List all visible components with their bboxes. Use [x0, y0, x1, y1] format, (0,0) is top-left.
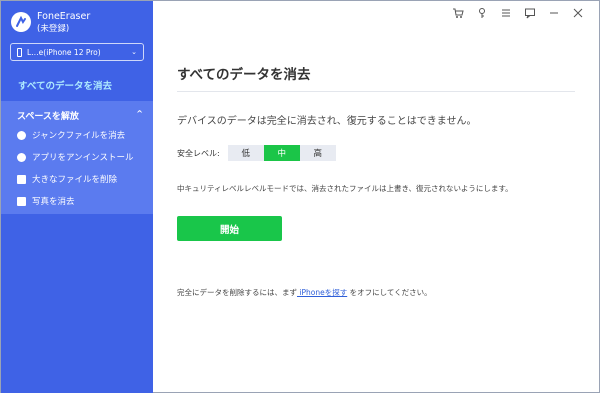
- app-logo-icon: [11, 12, 31, 32]
- security-level-label: 安全レベル:: [177, 148, 220, 158]
- section-title: スペースを解放: [17, 112, 79, 122]
- sidebar-section-free-space: スペースを解放 ^ ジャンクファイルを消去 アプリをアンインストール 大きなファ…: [1, 101, 153, 214]
- file-icon: [17, 174, 26, 184]
- sidebar-item-label: 写真を消去: [32, 197, 75, 207]
- sidebar-item-label: ジャンクファイルを消去: [32, 131, 126, 141]
- level-high-option[interactable]: 高: [299, 145, 336, 161]
- chevron-down-icon: ⌄: [131, 48, 137, 56]
- clock-icon: [17, 130, 26, 140]
- find-iphone-link[interactable]: iPhoneを探す: [297, 288, 347, 297]
- footer-suffix: をオフにしてください。: [347, 288, 432, 297]
- device-name: L…e(iPhone 12 Pro): [27, 47, 101, 57]
- security-level: 安全レベル: 低 中 高: [177, 145, 336, 161]
- cart-icon[interactable]: [451, 7, 465, 22]
- level-medium-option[interactable]: 中: [263, 145, 300, 161]
- close-icon[interactable]: [571, 7, 585, 22]
- level-note: 中キュリティレベルレベルモードでは、消去されたファイルは上書き、復元されないよう…: [177, 184, 513, 193]
- sidebar: FoneEraser (未登録) L…e(iPhone 12 Pro) ⌄ すべ…: [1, 1, 153, 393]
- footer-prefix: 完全にデータを削除するには、まず: [177, 288, 297, 297]
- photo-icon: [17, 196, 26, 206]
- sidebar-item-photos[interactable]: 写真を消去: [17, 195, 75, 207]
- title-bar-controls: [451, 7, 585, 22]
- brand: FoneEraser (未登録): [11, 10, 90, 36]
- page-title: すべてのデータを消去: [177, 67, 311, 83]
- key-icon[interactable]: [475, 7, 489, 22]
- app-name: FoneEraser: [37, 11, 91, 22]
- title-divider: [177, 91, 575, 92]
- chevron-up-icon: ^: [136, 109, 143, 118]
- section-header[interactable]: スペースを解放 ^: [17, 109, 147, 122]
- sidebar-item-erase-all[interactable]: すべてのデータを消去: [18, 78, 112, 92]
- device-selector[interactable]: L…e(iPhone 12 Pro) ⌄: [10, 43, 144, 61]
- sidebar-item-large-files[interactable]: 大きなファイルを削除: [17, 173, 117, 185]
- level-low-option[interactable]: 低: [227, 145, 264, 161]
- feedback-icon[interactable]: [523, 7, 537, 22]
- security-level-selector: 低 中 高: [227, 145, 336, 161]
- phone-icon: [17, 47, 22, 57]
- sidebar-item-label: 大きなファイルを削除: [32, 175, 118, 185]
- start-button[interactable]: 開始: [177, 216, 282, 241]
- app-window: FoneEraser (未登録) L…e(iPhone 12 Pro) ⌄ すべ…: [0, 0, 600, 393]
- menu-icon[interactable]: [499, 7, 513, 22]
- sidebar-item-junk[interactable]: ジャンクファイルを消去: [17, 129, 125, 141]
- footer-note: 完全にデータを削除するには、まず iPhoneを探す をオフにしてください。: [177, 287, 432, 298]
- sidebar-item-label: アプリをアンインストール: [32, 153, 134, 163]
- description-text: デバイスのデータは完全に消去され、復元することはできません。: [177, 116, 477, 127]
- rocket-icon: [17, 152, 26, 162]
- registration-status: (未登録): [37, 24, 70, 34]
- sidebar-item-uninstall[interactable]: アプリをアンインストール: [17, 151, 134, 163]
- minimize-icon[interactable]: [547, 7, 561, 22]
